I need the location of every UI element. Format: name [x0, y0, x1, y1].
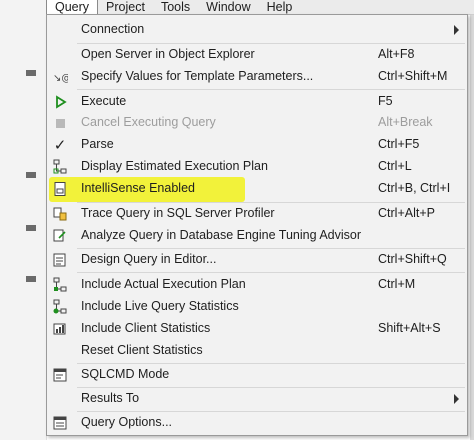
menu-bar: Query Project Tools Window Help: [46, 0, 474, 15]
menu-item-label: Query Options...: [81, 415, 173, 429]
background-mark: [26, 225, 36, 231]
menu-item-label: Specify Values for Template Parameters..…: [81, 69, 314, 83]
sqlcmd-icon: [51, 366, 69, 384]
menu-item-connection[interactable]: Connection: [47, 19, 467, 40]
submenu-arrow-icon: [454, 394, 459, 404]
stop-icon: [51, 114, 69, 132]
menu-item-shortcut: Ctrl+B, Ctrl+I: [378, 181, 451, 195]
query-dropdown-menu: Connection Open Server in Object Explore…: [46, 14, 468, 436]
profiler-icon: [51, 205, 69, 223]
play-icon: [51, 93, 69, 111]
menu-item-label: Results To: [81, 391, 140, 405]
menu-item-live-stats[interactable]: Include Live Query Statistics: [47, 296, 467, 317]
design-query-icon: [51, 251, 69, 269]
menu-item-label: Include Client Statistics: [81, 321, 211, 335]
menu-item-label: Connection: [81, 22, 145, 36]
menu-item-shortcut: Ctrl+M: [378, 277, 416, 291]
client-stats-icon: [51, 320, 69, 338]
background-right-edge: [470, 14, 474, 440]
menu-item-label: Design Query in Editor...: [81, 252, 217, 266]
menu-item-shortcut: Ctrl+Shift+Q: [378, 252, 447, 266]
menu-item-results-to[interactable]: Results To: [47, 388, 467, 409]
separator: [77, 89, 465, 90]
menu-item-label: Execute: [81, 94, 127, 108]
tuning-advisor-icon: [51, 227, 69, 245]
menu-item-shortcut: Alt+Break: [378, 115, 433, 129]
background-mark: [26, 172, 36, 178]
execution-plan-icon: [51, 158, 69, 176]
menu-item-cancel-executing[interactable]: Cancel Executing Query Alt+Break: [47, 112, 467, 133]
menu-item-label: Parse: [81, 137, 114, 151]
menu-item-estimated-plan[interactable]: Display Estimated Execution Plan Ctrl+L: [47, 156, 467, 177]
menu-item-label: SQLCMD Mode: [81, 367, 170, 381]
menu-item-label: Include Actual Execution Plan: [81, 277, 246, 291]
menu-item-label: Trace Query in SQL Server Profiler: [81, 206, 275, 220]
menu-item-reset-client-stats[interactable]: Reset Client Statistics: [47, 340, 467, 361]
menu-item-label: Analyze Query in Database Engine Tuning …: [81, 228, 362, 242]
menu-project[interactable]: Project: [98, 0, 153, 14]
menu-item-sqlcmd-mode[interactable]: SQLCMD Mode: [47, 364, 467, 385]
menu-item-label: Display Estimated Execution Plan: [81, 159, 268, 173]
menu-item-design-query[interactable]: Design Query in Editor... Ctrl+Shift+Q: [47, 249, 467, 270]
actual-plan-icon: [51, 276, 69, 294]
menu-item-shortcut: Ctrl+L: [378, 159, 412, 173]
menu-item-trace-query[interactable]: Trace Query in SQL Server Profiler Ctrl+…: [47, 203, 467, 224]
menu-item-shortcut: Alt+F8: [378, 47, 415, 61]
menu-item-label: Include Live Query Statistics: [81, 299, 239, 313]
menu-item-execute[interactable]: Execute F5: [47, 91, 467, 112]
background-mark: [26, 276, 36, 282]
background-app-strip: [0, 0, 47, 440]
separator: [77, 272, 465, 273]
menu-query[interactable]: Query: [46, 0, 99, 14]
menu-item-intellisense-enabled[interactable]: IntelliSense Enabled Ctrl+B, Ctrl+I: [47, 178, 467, 199]
live-stats-icon: [51, 298, 69, 316]
intellisense-icon: [51, 180, 69, 198]
menu-item-client-stats[interactable]: Include Client Statistics Shift+Alt+S: [47, 318, 467, 339]
query-options-icon: [51, 414, 69, 432]
background-mark: [26, 70, 36, 76]
menu-item-actual-plan[interactable]: Include Actual Execution Plan Ctrl+M: [47, 274, 467, 295]
checkmark-icon: ✓: [53, 137, 67, 154]
menu-item-specify-values[interactable]: ↘@ Specify Values for Template Parameter…: [47, 66, 467, 87]
menu-item-shortcut: Ctrl+F5: [378, 137, 420, 151]
menu-item-query-options[interactable]: Query Options...: [47, 412, 467, 433]
menu-item-label: Open Server in Object Explorer: [81, 47, 255, 61]
svg-text:↘@: ↘@: [53, 73, 68, 84]
menu-item-label: IntelliSense Enabled: [81, 181, 195, 195]
menu-item-shortcut: Ctrl+Shift+M: [378, 69, 448, 83]
menu-item-open-server[interactable]: Open Server in Object Explorer Alt+F8: [47, 44, 467, 65]
menu-item-shortcut: Shift+Alt+S: [378, 321, 441, 335]
menu-item-parse[interactable]: ✓ Parse Ctrl+F5: [47, 134, 467, 155]
menu-item-shortcut: Ctrl+Alt+P: [378, 206, 435, 220]
menu-item-label: Reset Client Statistics: [81, 343, 203, 357]
template-params-icon: ↘@: [51, 68, 69, 86]
menu-item-analyze-query[interactable]: Analyze Query in Database Engine Tuning …: [47, 225, 467, 246]
submenu-arrow-icon: [454, 25, 459, 35]
menu-window[interactable]: Window: [198, 0, 258, 14]
menu-item-shortcut: F5: [378, 94, 393, 108]
menu-item-label: Cancel Executing Query: [81, 115, 216, 129]
menu-tools[interactable]: Tools: [153, 0, 198, 14]
menu-help[interactable]: Help: [259, 0, 301, 14]
